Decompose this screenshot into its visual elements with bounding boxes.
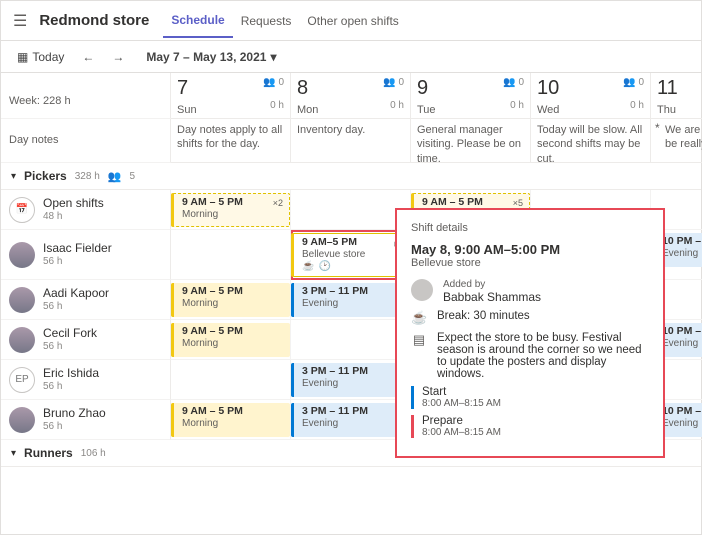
person-row[interactable]: EP Eric Ishida 56 h	[1, 360, 171, 400]
avatar: EP	[9, 367, 35, 393]
shift-open-morning[interactable]: 9 AM – 5 PM Morning ×2	[171, 193, 290, 227]
person-name: Bruno Zhao	[43, 407, 106, 420]
group-pickers[interactable]: ▾ Pickers 328 h 👥 5	[1, 163, 701, 190]
shift-cell[interactable]: 3 PM – 11 PM Evening	[291, 400, 411, 440]
prev-week-button[interactable]: ←	[76, 48, 100, 66]
tab-requests[interactable]: Requests	[233, 4, 300, 37]
popup-heading: Shift details	[411, 222, 649, 234]
shift-details-popup: Shift details May 8, 9:00 AM–5:00 PM Bel…	[395, 208, 665, 458]
day-header-thu[interactable]: 11 Thu	[651, 73, 702, 119]
day-note-mon[interactable]: Inventory day.	[291, 119, 411, 163]
calendar-today-icon: ▦	[17, 50, 28, 64]
popup-added-by: Babbak Shammas	[443, 290, 541, 304]
popup-break: Break: 30 minutes	[437, 310, 530, 322]
people-icon: 👥	[503, 77, 515, 88]
shift-cell[interactable]	[291, 190, 411, 230]
person-name: Isaac Fielder	[43, 242, 112, 255]
day-note-sun[interactable]: Day notes apply to all shifts for the da…	[171, 119, 291, 163]
date-range-picker[interactable]: May 7 – May 13, 2021 ▾	[140, 48, 282, 66]
chevron-down-icon: ▾	[11, 448, 16, 459]
person-name: Aadi Kapoor	[43, 287, 109, 300]
store-title: Redmond store	[39, 12, 149, 29]
avatar	[9, 407, 35, 433]
avatar	[9, 242, 35, 268]
day-notes-label: Day notes	[1, 119, 171, 163]
person-row[interactable]: Cecil Fork 56 h	[1, 320, 171, 360]
shift-cell[interactable]: 9 AM – 5 PM Morning	[171, 400, 291, 440]
tab-other-open-shifts[interactable]: Other open shifts	[299, 4, 406, 37]
day-note-thu[interactable]: *We are expecting to be really busy.	[651, 119, 702, 163]
person-name: Cecil Fork	[43, 327, 97, 340]
avatar	[411, 279, 433, 301]
shift-card[interactable]: 3 PM – 11 PM Evening	[291, 403, 410, 437]
shift-card[interactable]: 9 AM – 5 PM Morning	[171, 323, 290, 357]
people-icon: 👥	[108, 170, 122, 183]
person-name: Eric Ishida	[43, 367, 99, 380]
popup-time: May 8, 9:00 AM–5:00 PM	[411, 242, 649, 257]
open-shifts-row[interactable]: 📅 Open shifts48 h	[1, 190, 171, 230]
popup-activity-prepare: Prepare 8:00 AM–8:15 AM	[411, 415, 649, 438]
shift-cell[interactable]	[171, 230, 291, 280]
person-hours: 56 h	[43, 341, 97, 352]
shift-card[interactable]: 3 PM – 11 PM Evening	[291, 283, 410, 317]
clock-icon: 🕑	[318, 261, 330, 273]
person-hours: 56 h	[43, 421, 106, 432]
break-icon: ☕	[411, 310, 427, 326]
shift-cell[interactable]: 3 PM – 11 PM Evening	[291, 280, 411, 320]
day-header-mon[interactable]: 8 👥 0 Mon 0 h	[291, 73, 411, 119]
chevron-down-icon: ▾	[11, 171, 16, 182]
next-week-button[interactable]: →	[106, 48, 130, 66]
people-icon: 👥	[383, 77, 395, 88]
shift-card[interactable]: 9 AM–5 PM Bellevue store ◎ ☕🕑	[291, 233, 410, 277]
popup-note: Expect the store to be busy. Festival se…	[437, 332, 649, 380]
popup-location: Bellevue store	[411, 257, 649, 269]
shift-cell[interactable]	[291, 320, 411, 360]
avatar	[9, 327, 35, 353]
person-row[interactable]: Isaac Fielder 56 h	[1, 230, 171, 280]
people-icon: 👥	[263, 77, 275, 88]
day-header-sun[interactable]: 7 👥 0 Sun 0 h	[171, 73, 291, 119]
day-note-tue[interactable]: General manager visiting. Please be on t…	[411, 119, 531, 163]
person-row[interactable]: Aadi Kapoor 56 h	[1, 280, 171, 320]
shift-card[interactable]: 3 PM – 11 PM Evening	[291, 363, 410, 397]
person-hours: 56 h	[43, 256, 112, 267]
week-hours-label: Week: 228 h	[1, 73, 171, 119]
person-row[interactable]: Bruno Zhao 56 h	[1, 400, 171, 440]
shift-card[interactable]: 9 AM – 5 PM Morning	[171, 403, 290, 437]
chevron-down-icon: ▾	[270, 50, 276, 64]
day-header-wed[interactable]: 10 👥 0 Wed 0 h	[531, 73, 651, 119]
shift-cell[interactable]: 9 AM–5 PM Bellevue store ◎ ☕🕑	[291, 230, 411, 280]
shift-card[interactable]: 9 AM – 5 PM Morning	[171, 283, 290, 317]
tab-schedule[interactable]: Schedule	[163, 3, 232, 38]
shift-cell[interactable]: 3 PM – 11 PM Evening	[291, 360, 411, 400]
shift-cell[interactable]	[171, 360, 291, 400]
break-icon: ☕	[302, 261, 314, 273]
popup-activity-start: Start 8:00 AM–8:15 AM	[411, 386, 649, 409]
shift-cell[interactable]: 9 AM – 5 PM Morning ×2	[171, 190, 291, 230]
people-icon: 👥	[623, 77, 635, 88]
hamburger-icon[interactable]: ☰	[9, 7, 31, 35]
day-note-wed[interactable]: Today will be slow. All second shifts ma…	[531, 119, 651, 163]
note-icon: ▤	[411, 332, 427, 348]
day-header-tue[interactable]: 9 👥 0 Tue 0 h	[411, 73, 531, 119]
open-shift-icon: 📅	[9, 197, 35, 223]
shift-cell[interactable]: 9 AM – 5 PM Morning	[171, 320, 291, 360]
person-hours: 56 h	[43, 381, 99, 392]
avatar	[9, 287, 35, 313]
today-button[interactable]: ▦ Today	[11, 48, 70, 66]
shift-cell[interactable]: 9 AM – 5 PM Morning	[171, 280, 291, 320]
person-hours: 56 h	[43, 301, 109, 312]
